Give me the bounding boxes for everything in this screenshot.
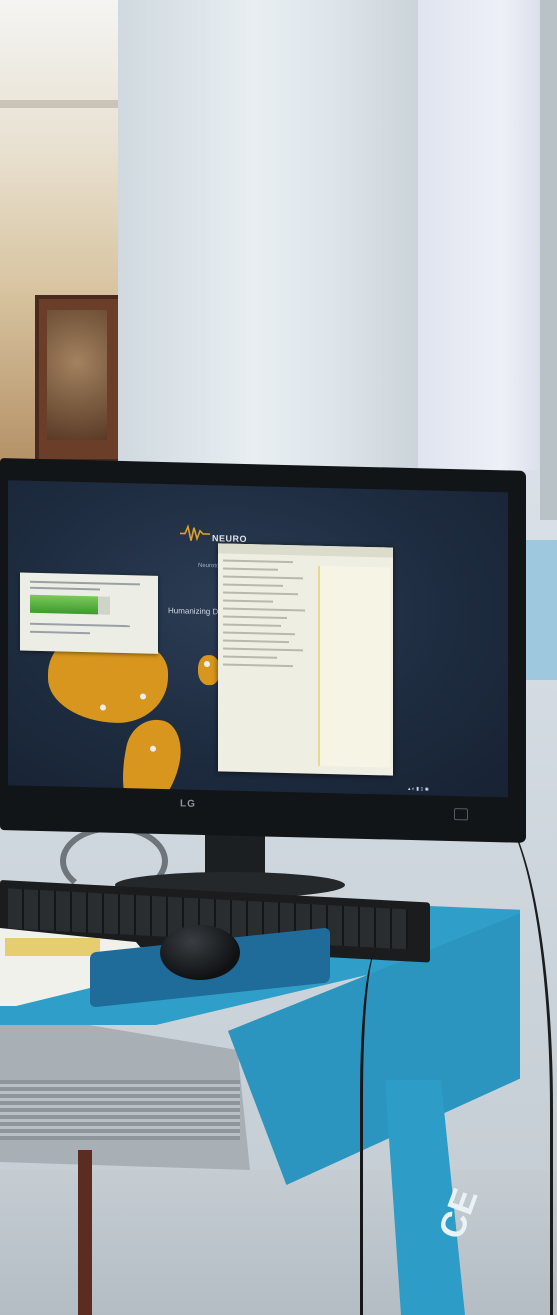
wall-picture [47,310,107,440]
file-browser-window[interactable] [218,543,393,776]
progress-bar [30,594,110,615]
map-pin[interactable] [100,704,106,711]
folder-tree[interactable] [223,559,308,761]
map-pin[interactable] [204,660,210,668]
mouse[interactable] [160,925,240,980]
shelf-papers [0,1080,240,1140]
map-pin[interactable] [140,693,146,700]
paper-highlight [5,938,100,956]
right-wall-strip [540,0,557,520]
dialog-text-line [30,586,100,591]
progress-bar-fill [30,594,98,615]
file-list-panel[interactable] [318,565,390,768]
window-titlebar[interactable] [218,543,393,558]
progress-dialog[interactable] [20,572,158,654]
dialog-text-line [30,622,130,628]
monitor-brand-label: LG [180,798,196,810]
map-africa [198,654,220,686]
monitor: NEURO Neurotoxicology Humanizing Diagnos… [0,458,526,843]
table-leg [78,1150,92,1315]
system-tray-icons[interactable]: ▴ ◐ ▮ ▯ ◉ [408,786,429,793]
waveform-logo-icon [180,524,210,542]
map-south-america [113,713,188,798]
mouse-cable [360,950,403,1315]
map-pin[interactable] [150,745,156,752]
power-button[interactable] [454,808,468,821]
dialog-text-line [30,630,90,635]
wall-pillar [118,0,418,470]
wall-right [418,0,557,470]
dialog-text-line [30,580,140,586]
monitor-screen: NEURO Neurotoxicology Humanizing Diagnos… [8,480,508,798]
window-frame [0,100,120,108]
